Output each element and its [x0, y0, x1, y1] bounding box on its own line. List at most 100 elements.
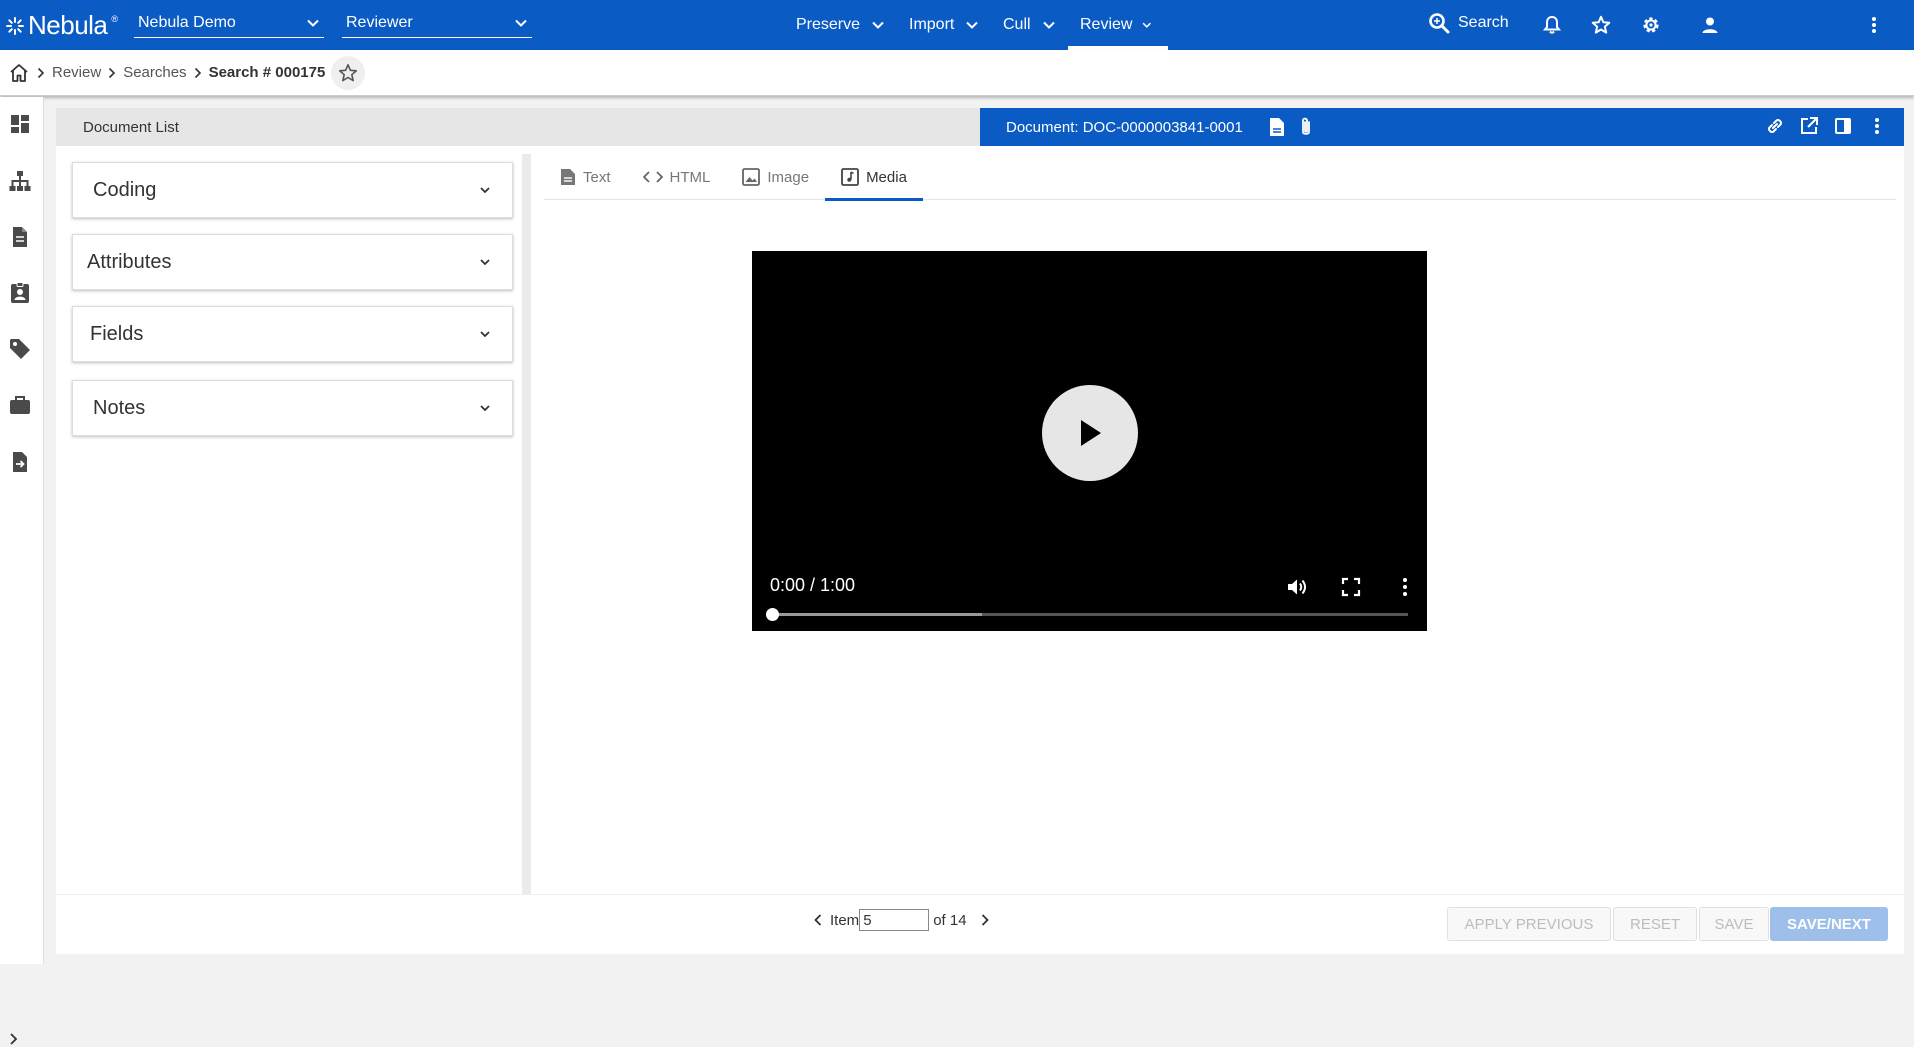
chevron-down-icon: [515, 19, 527, 27]
volume-button[interactable]: [1286, 576, 1308, 598]
coding-panel-title: Coding: [93, 178, 157, 201]
review-workspace: Document List Document: DOC-0000003841-0…: [56, 108, 1904, 954]
tab-html[interactable]: HTML: [627, 154, 727, 200]
nav-review[interactable]: Review: [1068, 0, 1168, 50]
nav-cull[interactable]: Cull: [991, 0, 1073, 50]
gear-icon: [1643, 17, 1659, 33]
coding-panel[interactable]: Coding: [72, 162, 513, 218]
notifications-button[interactable]: [1540, 13, 1564, 37]
breadcrumb-current: Search # 000175: [208, 64, 326, 81]
tab-text[interactable]: Text: [544, 154, 627, 200]
user-profile-button[interactable]: [1698, 13, 1722, 37]
notes-panel[interactable]: Notes: [72, 380, 513, 436]
user-icon: [1702, 17, 1718, 33]
star-outline-icon: [339, 63, 358, 81]
favorite-search-button[interactable]: [331, 55, 366, 90]
chevron-down-icon[interactable]: [960, 18, 984, 32]
home-icon[interactable]: [8, 62, 30, 84]
chevron-down-icon: [307, 19, 319, 27]
more-menu-button[interactable]: [1862, 13, 1886, 37]
global-search-button[interactable]: Search: [1428, 12, 1509, 34]
nav-preserve-label: Preserve: [796, 16, 861, 33]
next-item-icon[interactable]: [979, 913, 991, 927]
native-file-icon[interactable]: [1269, 117, 1285, 137]
more-vertical-icon[interactable]: [1866, 115, 1888, 137]
export-document-icon[interactable]: [8, 450, 32, 474]
tag-icon[interactable]: [8, 337, 32, 361]
code-icon: [642, 171, 663, 183]
save-button[interactable]: SAVE: [1699, 907, 1769, 941]
search-icon: [1429, 13, 1450, 34]
attachment-icon[interactable]: [1299, 116, 1313, 138]
viewer-tabs: Text HTML Image Media: [544, 154, 1896, 201]
document-header-actions: [1764, 115, 1888, 137]
breadcrumb-searches[interactable]: Searches: [123, 64, 186, 81]
bell-icon: [1543, 15, 1561, 34]
logo-trademark: ®: [111, 14, 119, 24]
breadcrumb-separator: [194, 67, 202, 79]
contact-badge-icon[interactable]: [8, 281, 32, 305]
role-select[interactable]: Reviewer: [342, 8, 532, 38]
chevron-down-icon[interactable]: [866, 18, 890, 32]
fullscreen-icon: [1341, 577, 1361, 597]
expand-rail-button[interactable]: [6, 1031, 22, 1047]
reset-button[interactable]: RESET: [1613, 907, 1697, 941]
playback-time: 0:00 / 1:00: [770, 575, 856, 595]
chevron-right-icon: [109, 67, 116, 78]
chevron-right-icon: [194, 67, 201, 78]
fields-panel[interactable]: Fields: [72, 306, 513, 362]
pager-prefix: Item: [830, 911, 860, 929]
volume-icon: [1288, 579, 1306, 595]
breadcrumb-separator: [108, 67, 116, 79]
favorites-button[interactable]: [1589, 13, 1613, 37]
briefcase-icon[interactable]: [8, 393, 32, 417]
attributes-panel-title: Attributes: [87, 250, 172, 273]
document-list-title: Document List: [83, 119, 179, 136]
notes-panel-title: Notes: [93, 396, 146, 419]
nav-review-label: Review: [1080, 16, 1133, 33]
project-select-value: Nebula Demo: [138, 13, 236, 31]
panel-resize-handle[interactable]: [522, 154, 531, 894]
nebula-logo[interactable]: Nebula ®: [6, 10, 118, 41]
player-options-button[interactable]: [1394, 576, 1416, 598]
previous-item-icon[interactable]: [812, 913, 824, 927]
document-icon[interactable]: [8, 225, 32, 249]
play-button[interactable]: [1042, 385, 1138, 481]
tab-html-label: HTML: [669, 168, 711, 186]
fullscreen-button[interactable]: [1340, 576, 1362, 598]
apply-previous-button[interactable]: APPLY PREVIOUS: [1447, 907, 1611, 941]
media-icon: [841, 168, 859, 186]
nav-cull-label: Cull: [1003, 16, 1031, 33]
breadcrumb-separator: [37, 67, 45, 79]
attributes-panel[interactable]: Attributes: [72, 234, 513, 290]
seek-bar[interactable]: [766, 608, 1408, 621]
item-pager: Item of 14: [812, 909, 991, 931]
item-number-input[interactable]: [859, 909, 930, 931]
video-player[interactable]: 0:00 / 1:00: [752, 251, 1427, 631]
split-panel-icon[interactable]: [1832, 115, 1854, 137]
chevron-down-icon: [480, 331, 490, 338]
tab-image[interactable]: Image: [726, 154, 825, 200]
nav-preserve[interactable]: Preserve: [784, 0, 902, 50]
seek-bar-handle[interactable]: [766, 608, 779, 621]
chevron-down-icon[interactable]: [1037, 18, 1061, 32]
open-in-new-window-icon[interactable]: [1798, 115, 1820, 137]
project-select[interactable]: Nebula Demo: [134, 8, 324, 38]
global-search-label: Search: [1458, 14, 1509, 31]
link-icon[interactable]: [1764, 115, 1786, 137]
nav-import[interactable]: Import: [897, 0, 996, 50]
play-icon: [1081, 420, 1101, 446]
star-icon: [1591, 15, 1611, 34]
tab-media[interactable]: Media: [825, 154, 923, 201]
settings-button[interactable]: [1639, 13, 1663, 37]
chevron-down-icon: [480, 259, 490, 266]
chevron-down-icon[interactable]: [1138, 18, 1156, 32]
dashboard-icon[interactable]: [8, 112, 32, 136]
breadcrumb-review[interactable]: Review: [52, 64, 101, 81]
save-next-button[interactable]: SAVE/NEXT: [1770, 907, 1888, 941]
role-select-value: Reviewer: [346, 13, 413, 31]
document-list-header[interactable]: Document List: [56, 108, 980, 146]
document-header: Document: DOC-0000003841-0001: [980, 108, 1904, 146]
more-vertical-icon: [1872, 17, 1876, 33]
hierarchy-icon[interactable]: [8, 169, 32, 193]
